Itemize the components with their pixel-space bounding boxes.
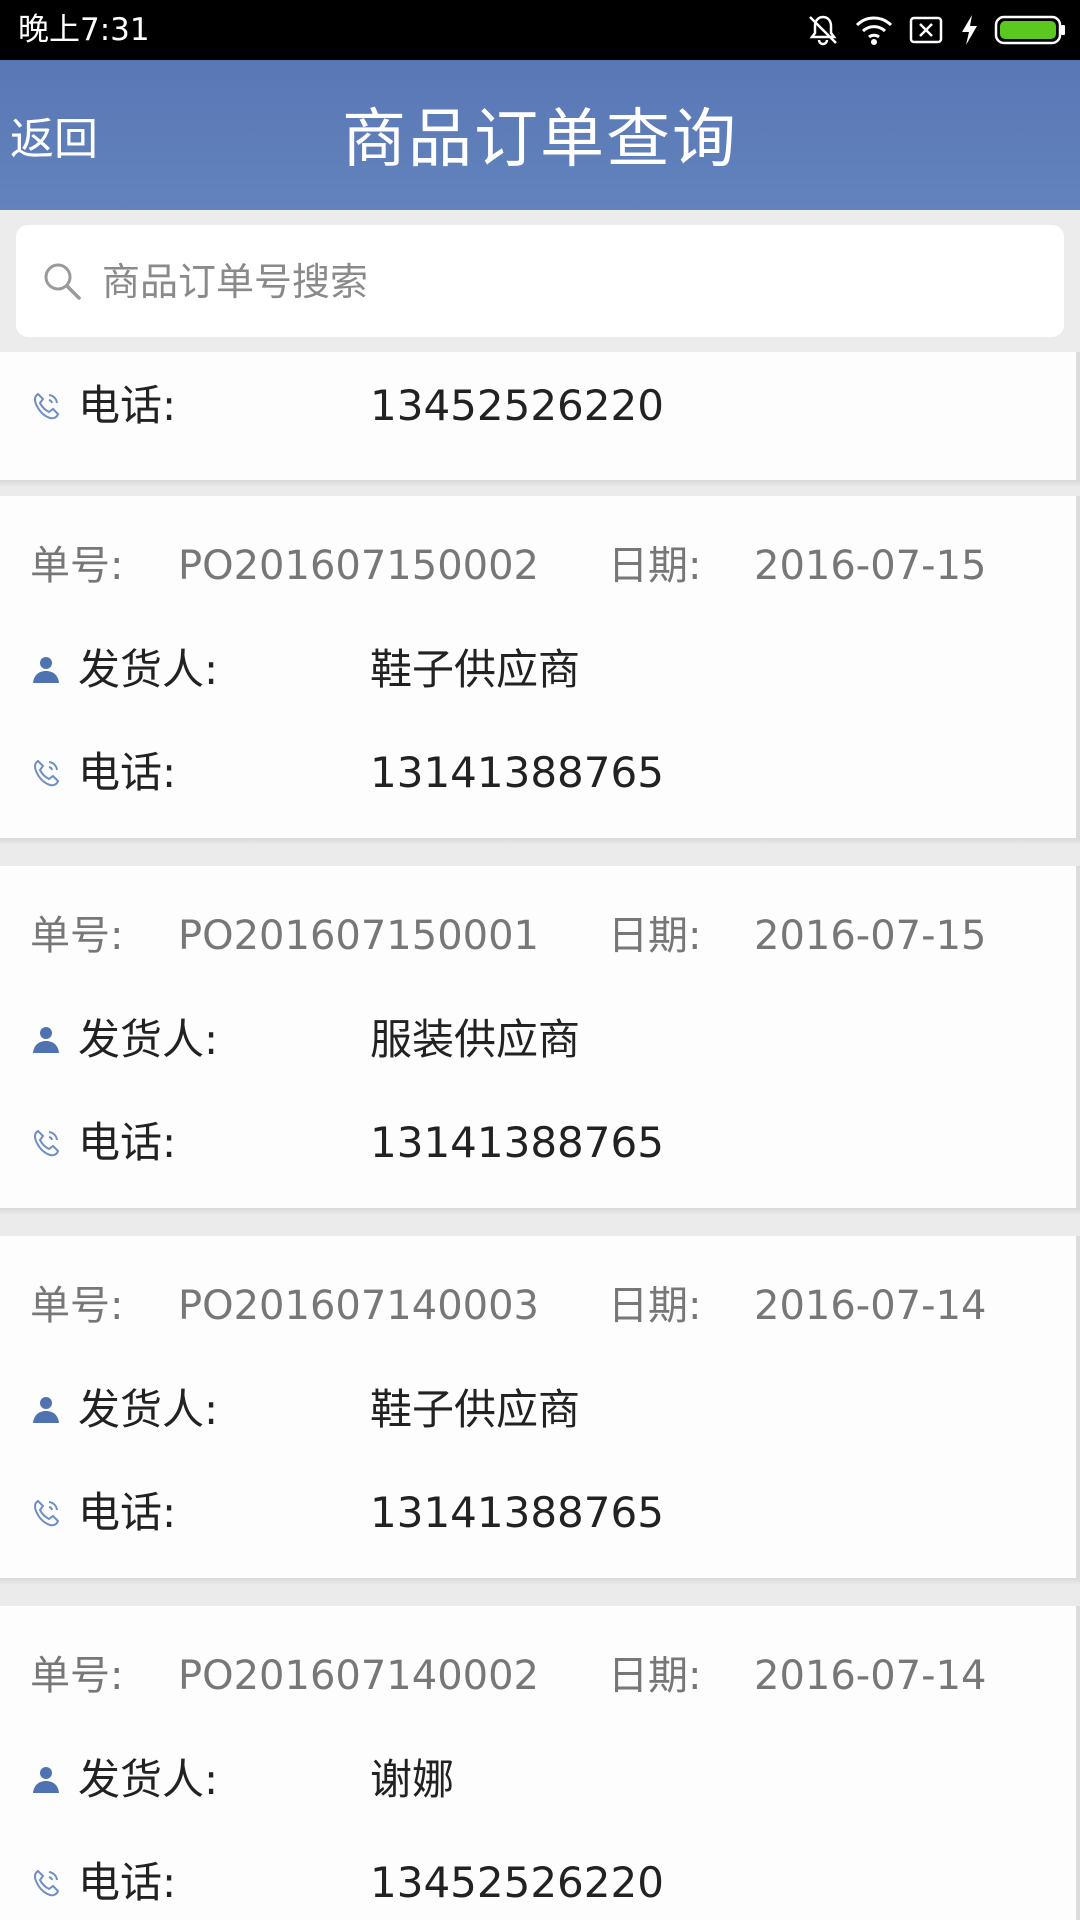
- shipper-row: 发货人: 鞋子供应商: [0, 640, 1076, 700]
- phone-icon: [33, 1129, 60, 1157]
- order-no-row: 单号: PO201607140002 日期: 2016-07-14: [0, 1646, 1076, 1706]
- shipper-value: 鞋子供应商: [370, 1385, 581, 1434]
- person-icon: [33, 1767, 59, 1793]
- person-icon: [33, 1027, 59, 1053]
- order-card[interactable]: 单号: PO201607150001 日期: 2016-07-15 发货人: 服…: [0, 866, 1080, 1216]
- order-no-row: 单号: PO201607150002 日期: 2016-07-15: [0, 536, 1076, 596]
- search-box[interactable]: [16, 225, 1064, 337]
- page-title: 商品订单查询: [342, 103, 738, 177]
- phone-label: 电话:: [78, 748, 177, 797]
- order-card[interactable]: 电话: 13452526220: [0, 352, 1080, 488]
- phone-value: 13141388765: [370, 748, 664, 797]
- date-label: 日期:: [608, 913, 702, 959]
- phone-value: 13141388765: [370, 1118, 664, 1167]
- date-label: 日期:: [608, 1283, 702, 1329]
- phone-icon: [33, 392, 60, 420]
- shipper-value: 谢娜: [370, 1755, 455, 1804]
- mute-bell-icon: [809, 15, 837, 46]
- phone-value: 13141388765: [370, 1488, 664, 1537]
- shipper-value: 鞋子供应商: [370, 645, 581, 694]
- shipper-label: 发货人:: [78, 1015, 219, 1064]
- shipper-label: 发货人:: [78, 645, 219, 694]
- date-label: 日期:: [608, 543, 702, 589]
- wifi-icon: [855, 16, 893, 45]
- person-icon: [33, 1397, 59, 1423]
- order-no-row: 单号: PO201607140003 日期: 2016-07-14: [0, 1276, 1076, 1336]
- phone-value: 13452526220: [370, 1858, 664, 1907]
- search-icon: [44, 263, 81, 300]
- shipper-row: 发货人: 服装供应商: [0, 1010, 1076, 1070]
- date-label: 日期:: [608, 1653, 702, 1699]
- order-card[interactable]: 单号: PO201607140003 日期: 2016-07-14 发货人: 鞋…: [0, 1236, 1080, 1586]
- person-icon: [33, 657, 59, 683]
- shipper-label: 发货人:: [78, 1385, 219, 1434]
- phone-icon: [33, 1499, 60, 1527]
- phone-value: 13452526220: [370, 381, 664, 430]
- date-value: 2016-07-14: [754, 1653, 987, 1699]
- order-no-label: 单号:: [30, 1283, 124, 1329]
- shipper-row: 发货人: 谢娜: [0, 1750, 1076, 1810]
- sim-x-icon: [909, 16, 943, 44]
- order-no-value: PO201607140003: [178, 1283, 539, 1329]
- phone-label: 电话:: [78, 1858, 177, 1907]
- charging-bolt-icon: [962, 15, 977, 45]
- order-no-value: PO201607150002: [178, 543, 539, 589]
- date-value: 2016-07-14: [754, 1283, 987, 1329]
- order-no-label: 单号:: [30, 913, 124, 959]
- phone-row: 电话: 13141388765: [0, 743, 1076, 803]
- phone-row: 电话: 13141388765: [0, 1113, 1076, 1173]
- status-icons: [806, 8, 1066, 52]
- phone-row: 电话: 13452526220: [0, 376, 1076, 436]
- nav-bar: 返回 商品订单查询: [0, 60, 1080, 210]
- date-value: 2016-07-15: [754, 543, 987, 589]
- phone-label: 电话:: [78, 1118, 177, 1167]
- phone-icon: [33, 759, 60, 787]
- status-time: 晚上7:31: [18, 12, 150, 48]
- order-no-value: PO201607150001: [178, 913, 539, 959]
- shipper-row: 发货人: 鞋子供应商: [0, 1380, 1076, 1440]
- order-no-value: PO201607140002: [178, 1653, 539, 1699]
- phone-row: 电话: 13452526220: [0, 1853, 1076, 1913]
- shipper-value: 服装供应商: [370, 1015, 581, 1064]
- order-list[interactable]: 电话: 13452526220 单号: PO201607150002 日期: 2…: [0, 352, 1080, 1920]
- search-bar: [0, 210, 1080, 352]
- battery-icon: [994, 15, 1065, 45]
- phone-row: 电话: 13141388765: [0, 1483, 1076, 1543]
- order-no-label: 单号:: [30, 543, 124, 589]
- shipper-label: 发货人:: [78, 1755, 219, 1804]
- date-value: 2016-07-15: [754, 913, 987, 959]
- order-card[interactable]: 单号: PO201607150002 日期: 2016-07-15 发货人: 鞋…: [0, 496, 1080, 846]
- phone-icon: [33, 1869, 60, 1897]
- order-no-row: 单号: PO201607150001 日期: 2016-07-15: [0, 906, 1076, 966]
- order-no-label: 单号:: [30, 1653, 124, 1699]
- order-card[interactable]: 单号: PO201607140002 日期: 2016-07-14 发货人: 谢…: [0, 1606, 1080, 1920]
- phone-label: 电话:: [78, 381, 177, 430]
- phone-label: 电话:: [78, 1488, 177, 1537]
- search-input[interactable]: [100, 245, 1044, 319]
- status-bar: 晚上7:31: [0, 0, 1080, 60]
